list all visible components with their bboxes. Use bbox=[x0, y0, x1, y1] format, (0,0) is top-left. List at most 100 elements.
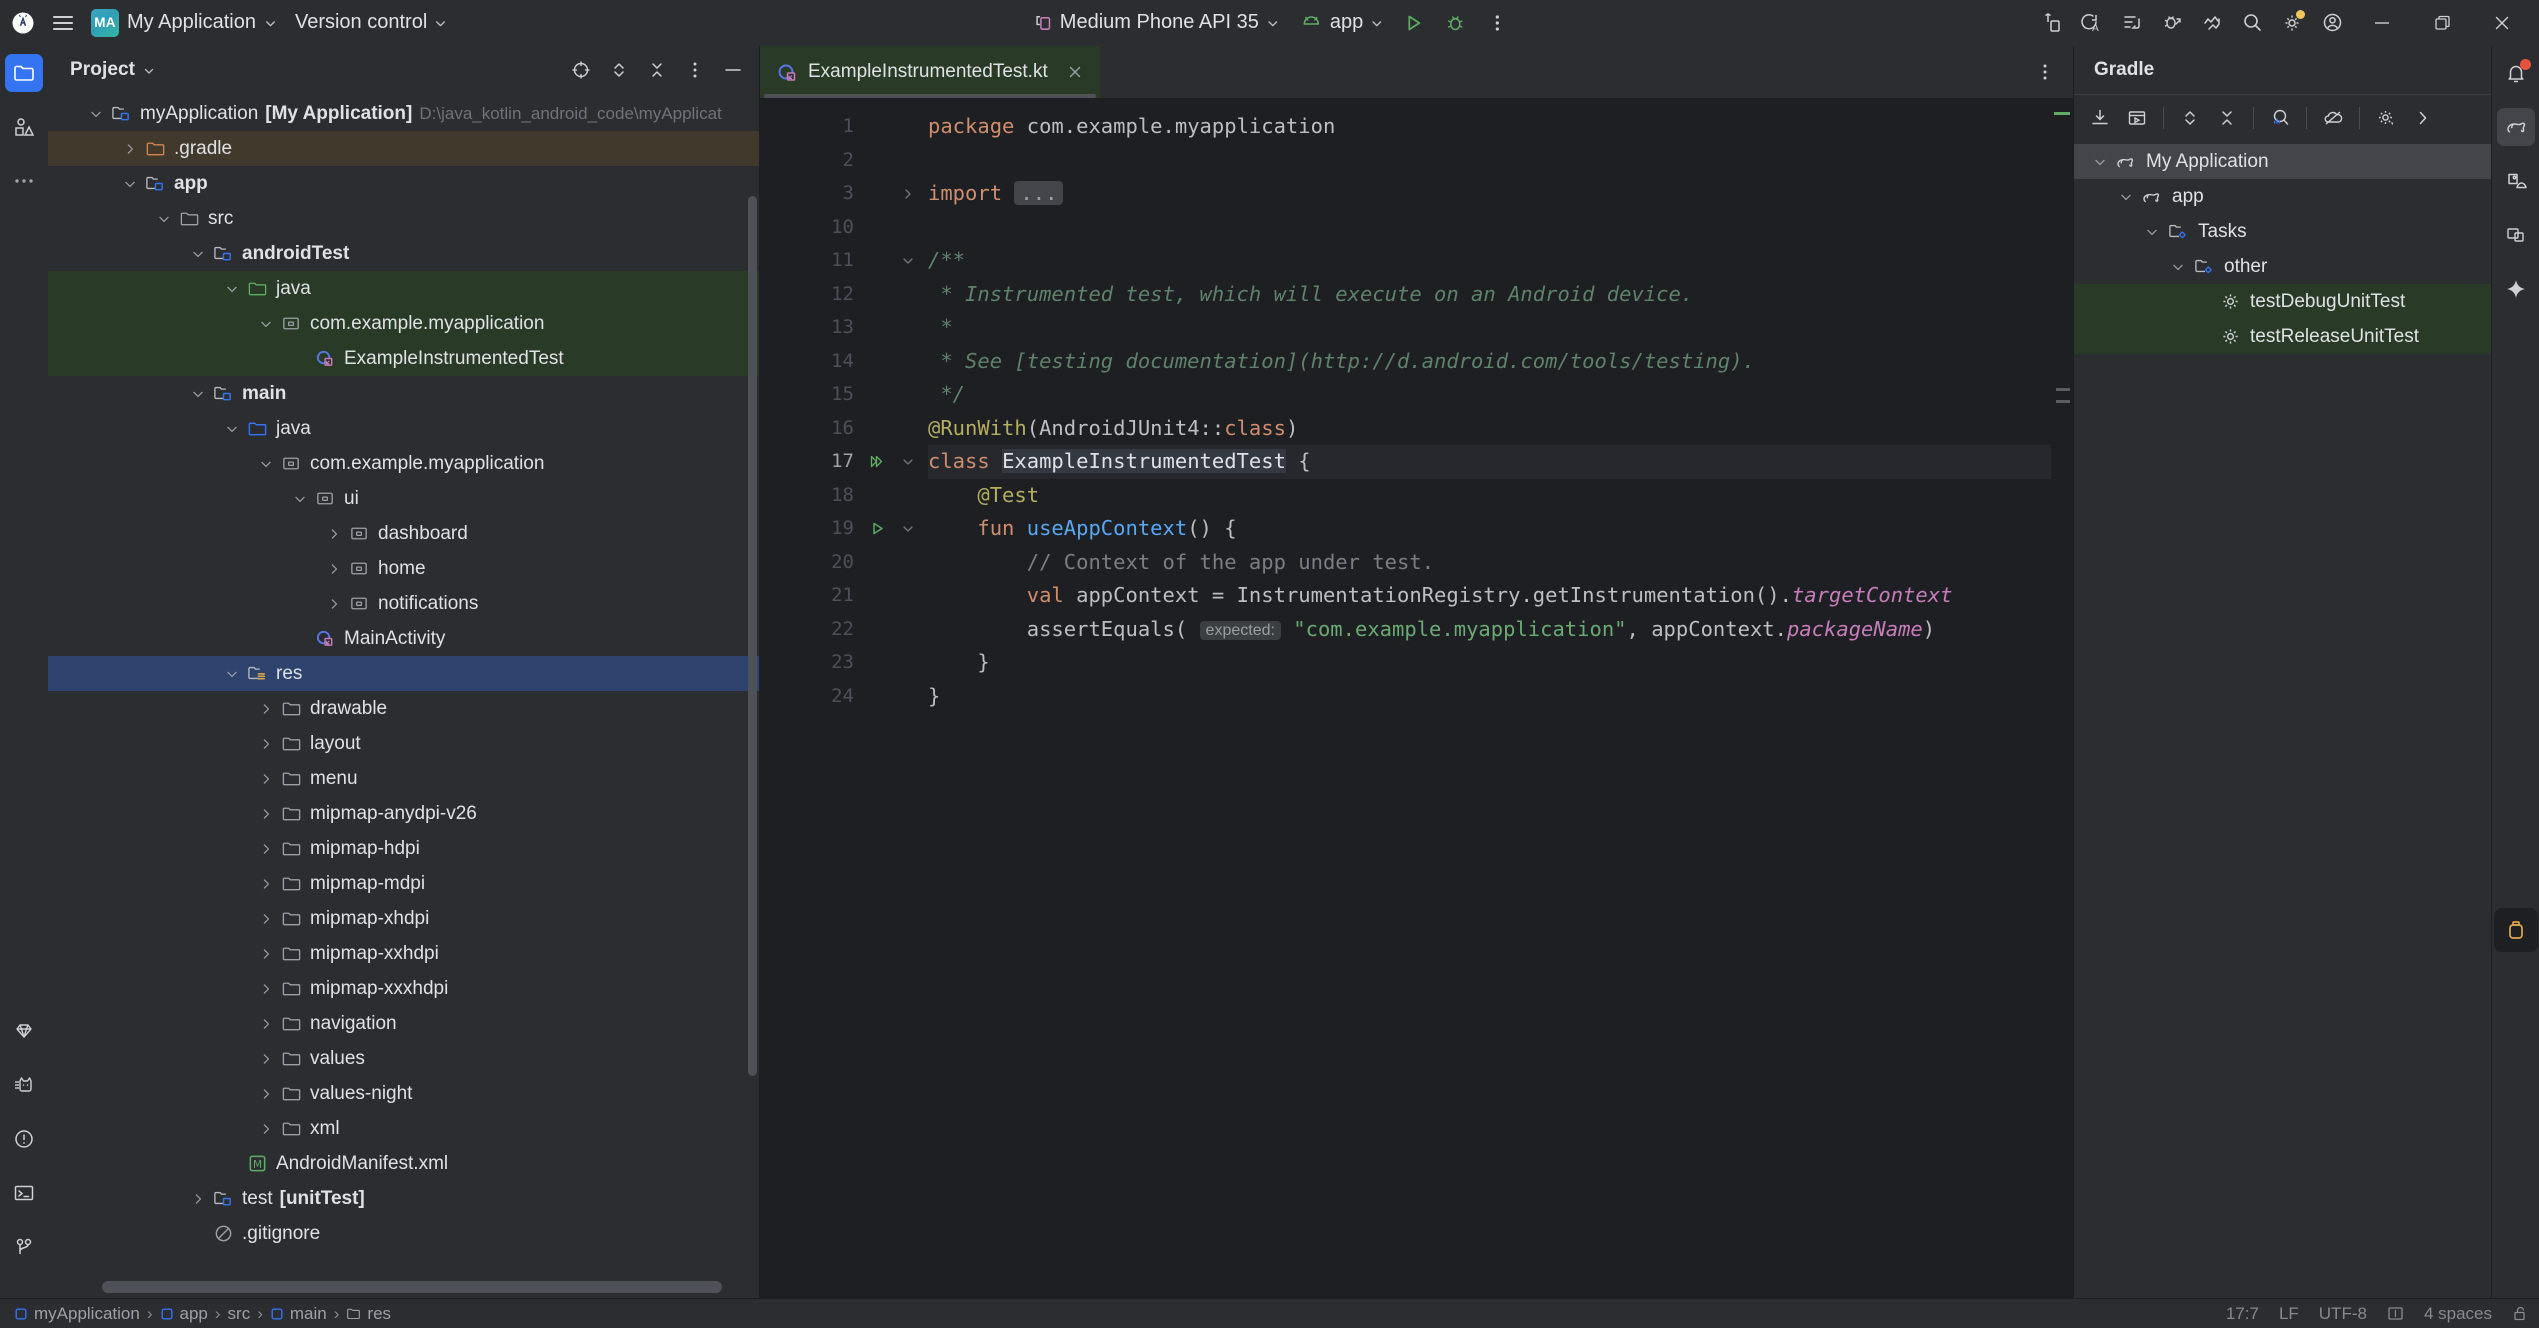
close-button[interactable] bbox=[2473, 0, 2531, 46]
project-tree[interactable]: myApplication [My Application] D:\java_kot… bbox=[48, 94, 759, 1298]
gradle-tree[interactable]: My Application app Tasks other testDebugUnit… bbox=[2074, 140, 2491, 1298]
collapse-all-icon[interactable] bbox=[2209, 100, 2245, 136]
chevron-right-icon[interactable] bbox=[254, 726, 278, 761]
chevron-down-icon[interactable] bbox=[220, 271, 244, 306]
tree-item-androidTest[interactable]: androidTest bbox=[48, 236, 759, 271]
code-line[interactable]: @RunWith(AndroidJUnit4::class) bbox=[928, 412, 2073, 446]
project-tool-icon[interactable] bbox=[5, 54, 43, 92]
code-editor[interactable]: 1 2 3 10 11 12 13 14 15 16 17 18 19 20 21 22 23 24 packag… bbox=[760, 98, 2073, 1298]
code-line[interactable]: assertEquals( expected: "com.example.mya… bbox=[928, 613, 2073, 647]
more-icon[interactable] bbox=[2405, 100, 2441, 136]
file-encoding[interactable]: UTF-8 bbox=[2319, 1304, 2367, 1324]
offline-mode-icon[interactable] bbox=[2315, 100, 2351, 136]
expand-collapse-icon[interactable] bbox=[601, 52, 637, 88]
run-gutter-icon[interactable] bbox=[860, 445, 894, 479]
chevron-down-icon[interactable] bbox=[2140, 223, 2164, 241]
code-line[interactable] bbox=[928, 211, 2073, 245]
chevron-right-icon[interactable] bbox=[322, 586, 346, 621]
indent-setting[interactable]: 4 spaces bbox=[2424, 1304, 2492, 1324]
tree-item-menu[interactable]: menu bbox=[48, 761, 759, 796]
tree-item-mipmap-hdpi[interactable]: mipmap-hdpi bbox=[48, 831, 759, 866]
running-devices-icon[interactable] bbox=[2497, 216, 2535, 254]
more-run-options-icon[interactable] bbox=[1478, 4, 1516, 42]
tree-item-gitignore[interactable]: .gitignore bbox=[48, 1216, 759, 1251]
project-switcher[interactable]: MA My Application bbox=[84, 4, 284, 42]
tree-item-xml[interactable]: xml bbox=[48, 1111, 759, 1146]
editor-error-stripe[interactable] bbox=[2051, 98, 2073, 1298]
chevron-right-icon[interactable] bbox=[254, 761, 278, 796]
gradle-tree-item-testDebugUnitTest[interactable]: testDebugUnitTest bbox=[2074, 284, 2491, 319]
chevron-down-icon[interactable] bbox=[254, 446, 278, 481]
minimize-button[interactable] bbox=[2353, 0, 2411, 46]
chevron-right-icon[interactable] bbox=[254, 971, 278, 1006]
tree-item-mipmap-xhdpi[interactable]: mipmap-xhdpi bbox=[48, 901, 759, 936]
chevron-right-icon[interactable] bbox=[254, 691, 278, 726]
chevron-right-icon[interactable] bbox=[322, 516, 346, 551]
chevron-down-icon[interactable] bbox=[2088, 153, 2112, 171]
notifications-bell-icon[interactable] bbox=[2497, 54, 2535, 92]
close-icon[interactable] bbox=[1064, 61, 1086, 83]
chevron-right-icon[interactable] bbox=[254, 1076, 278, 1111]
run-gutter-icon[interactable] bbox=[860, 512, 894, 546]
run-gutter[interactable] bbox=[860, 98, 894, 1298]
tree-item-app[interactable]: app bbox=[48, 166, 759, 201]
breadcrumb-item-main[interactable]: main bbox=[270, 1304, 327, 1324]
code-text[interactable]: package com.example.myapplication import… bbox=[922, 98, 2073, 1298]
error-stripe-mark[interactable] bbox=[2056, 388, 2070, 391]
restore-button[interactable] bbox=[2413, 0, 2471, 46]
logcat-icon[interactable] bbox=[5, 1066, 43, 1104]
tree-item-values-night[interactable]: values-night bbox=[48, 1076, 759, 1111]
tree-item-androidTest-java[interactable]: java bbox=[48, 271, 759, 306]
code-line[interactable]: // Context of the app under test. bbox=[928, 546, 2073, 580]
debug-button[interactable] bbox=[1436, 4, 1474, 42]
tree-item-androidTest-pkg[interactable]: com.example.myapplication bbox=[48, 306, 759, 341]
more-tool-windows-icon[interactable] bbox=[5, 162, 43, 200]
resource-manager-icon[interactable] bbox=[5, 108, 43, 146]
tree-item-MainActivity[interactable]: MainActivity bbox=[48, 621, 759, 656]
problems-icon[interactable] bbox=[5, 1120, 43, 1158]
code-line[interactable]: * bbox=[928, 311, 2073, 345]
error-stripe-mark[interactable] bbox=[2056, 400, 2070, 403]
device-manager-icon[interactable] bbox=[2033, 4, 2071, 42]
hide-panel-icon[interactable] bbox=[715, 52, 751, 88]
editor-tab[interactable]: ExampleInstrumentedTest.kt bbox=[760, 46, 1100, 98]
chevron-down-icon[interactable] bbox=[2166, 258, 2190, 276]
line-separator[interactable]: LF bbox=[2279, 1304, 2299, 1324]
tree-item-values[interactable]: values bbox=[48, 1041, 759, 1076]
tree-item-layout[interactable]: layout bbox=[48, 726, 759, 761]
tree-item-mipmap-xxhdpi[interactable]: mipmap-xxhdpi bbox=[48, 936, 759, 971]
tree-item-AndroidManifest.xml[interactable]: M AndroidManifest.xml bbox=[48, 1146, 759, 1181]
tree-item-notifications[interactable]: notifications bbox=[48, 586, 759, 621]
chevron-right-icon[interactable] bbox=[254, 1006, 278, 1041]
device-selector[interactable]: Medium Phone API 35 bbox=[1023, 6, 1286, 39]
chevron-down-icon[interactable] bbox=[152, 201, 176, 236]
code-line[interactable]: * Instrumented test, which will execute … bbox=[928, 278, 2073, 312]
tree-item-mipmap-anydpi-v26[interactable]: mipmap-anydpi-v26 bbox=[48, 796, 759, 831]
chevron-right-icon[interactable] bbox=[186, 1181, 210, 1216]
code-line[interactable]: fun useAppContext() { bbox=[928, 512, 2073, 546]
code-line[interactable]: */ bbox=[928, 378, 2073, 412]
chevron-down-icon[interactable] bbox=[84, 96, 108, 131]
settings-icon[interactable] bbox=[2368, 100, 2404, 136]
gradle-elephant-icon[interactable] bbox=[2496, 108, 2535, 146]
run-configuration-selector[interactable]: app bbox=[1290, 6, 1390, 40]
terminal-icon[interactable] bbox=[5, 1174, 43, 1212]
chevron-right-icon[interactable] bbox=[254, 936, 278, 971]
profiler-icon[interactable] bbox=[2193, 4, 2231, 42]
code-line[interactable]: import ... bbox=[928, 177, 2073, 211]
chevron-right-icon[interactable] bbox=[118, 131, 142, 166]
code-line[interactable]: @Test bbox=[928, 479, 2073, 513]
chevron-down-icon[interactable] bbox=[186, 376, 210, 411]
tree-item-main[interactable]: main bbox=[48, 376, 759, 411]
options-icon[interactable] bbox=[677, 52, 713, 88]
chevron-down-icon[interactable] bbox=[220, 411, 244, 446]
tree-item-dashboard[interactable]: dashboard bbox=[48, 516, 759, 551]
chevron-right-icon[interactable] bbox=[254, 901, 278, 936]
tree-item-src[interactable]: src bbox=[48, 201, 759, 236]
scrollbar-thumb[interactable] bbox=[102, 1281, 722, 1293]
project-panel-title-button[interactable]: Project bbox=[64, 55, 160, 85]
gradle-tree-item-gradle-myapp[interactable]: My Application bbox=[2074, 144, 2491, 179]
account-icon[interactable] bbox=[2313, 4, 2351, 42]
tree-item-ui[interactable]: ui bbox=[48, 481, 759, 516]
chevron-right-icon[interactable] bbox=[322, 551, 346, 586]
